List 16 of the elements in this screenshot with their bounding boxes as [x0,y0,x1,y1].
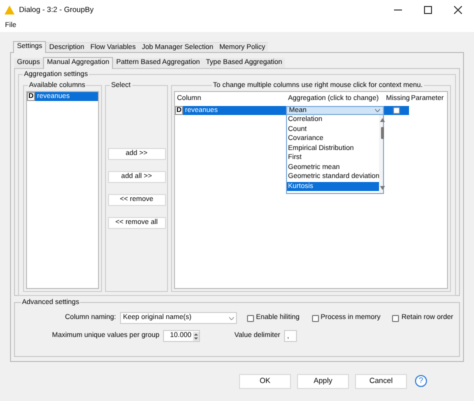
close-icon[interactable] [454,6,462,14]
scrollbar[interactable] [379,115,383,194]
scroll-down-icon[interactable] [380,186,386,190]
warning-icon [4,5,15,15]
scroll-up-icon[interactable] [380,118,386,122]
checkbox[interactable] [246,314,254,322]
chevron-icon [375,109,380,112]
minimize-icon[interactable] [394,9,402,11]
help-button[interactable]: ? [415,375,427,387]
checkbox[interactable] [393,107,400,114]
checkbox[interactable] [392,314,400,322]
scrollbar-thumb[interactable] [381,127,384,140]
checkbox[interactable] [312,314,319,322]
maximize-icon[interactable] [424,6,432,14]
chevron-icon [228,316,234,320]
spinner-arrows-icon[interactable] [193,332,200,341]
